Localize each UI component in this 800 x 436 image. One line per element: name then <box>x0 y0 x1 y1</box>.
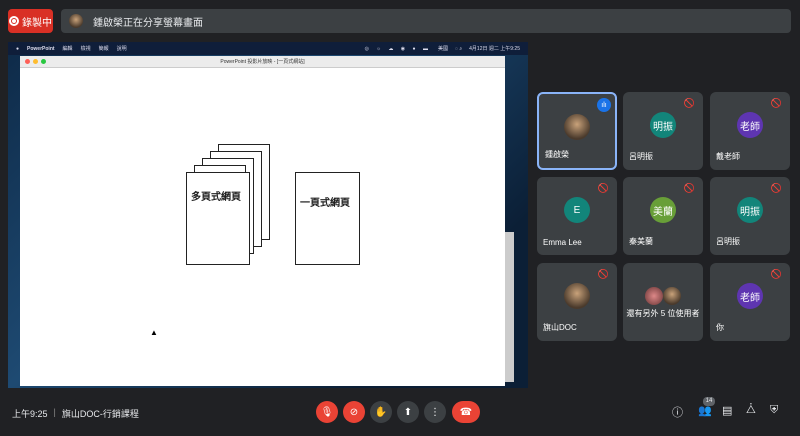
participant-tile[interactable]: 🚫 旗山DOC <box>537 263 617 341</box>
leave-call-button[interactable]: ☎ <box>452 401 480 423</box>
raise-hand-button[interactable]: ✋ <box>370 401 392 423</box>
multi-page-label: 多頁式網頁 <box>191 192 241 203</box>
status-icons: ◎ ☼ ☁ ◉ ● ▬ <box>364 45 431 52</box>
participant-name: 你 <box>716 323 724 332</box>
participant-avatar: 老師 <box>737 283 763 309</box>
participant-photo <box>564 114 590 140</box>
participant-count-badge: 14 <box>703 397 715 406</box>
banner-text: 鍾啟榮正在分享螢幕畫面 <box>93 17 203 29</box>
present-button[interactable]: ⬆ <box>397 401 419 423</box>
mic-muted-icon: 🚫 <box>597 269 609 279</box>
participant-name: 還有另外 5 位使用者 <box>626 309 700 318</box>
meeting-name: 旗山DOC-行銷課程 <box>61 409 139 419</box>
participant-tile[interactable]: 🚫 E Emma Lee <box>537 177 617 255</box>
mic-muted-icon: 🚫 <box>770 98 782 108</box>
chat-icon[interactable]: ▤ <box>722 404 732 417</box>
presenter-banner: 鍾啟榮正在分享螢幕畫面 <box>61 9 791 33</box>
info-icon[interactable]: ⓘ <box>672 404 683 420</box>
participant-name: 戴老師 <box>716 152 740 161</box>
window-title: PowerPoint 投影片放映 - [一頁式網站] <box>220 59 305 65</box>
participant-tile[interactable]: 還有另外 5 位使用者 <box>623 263 703 341</box>
participant-name: Emma Lee <box>543 238 582 247</box>
hand-icon: ✋ <box>374 406 388 418</box>
participant-avatar: 明振 <box>737 197 763 223</box>
record-icon <box>9 16 19 26</box>
mic-muted-icon: 🚫 <box>597 183 609 193</box>
input-source: 美國 <box>437 46 448 52</box>
more-options-button[interactable]: ⋮ <box>424 401 446 423</box>
activities-icon[interactable]: ⧊ <box>746 404 756 417</box>
meeting-time: 上午9:25 <box>12 409 48 419</box>
more-vert-icon: ⋮ <box>430 406 440 418</box>
participant-tile[interactable]: 🚫 老師戴老師 <box>710 92 790 170</box>
menubar-clock: 4月12日 週二 上午9:25 <box>469 46 520 52</box>
single-page-label: 一頁式網頁 <box>300 198 350 209</box>
participant-avatar: E <box>564 197 590 223</box>
window-titlebar: PowerPoint 投影片放映 - [一頁式網站] <box>20 56 505 68</box>
hang-up-icon: ☎ <box>459 406 473 418</box>
participant-tile[interactable]: ılı 鍾啟榮 <box>537 92 617 170</box>
single-page-shape <box>295 172 360 265</box>
multi-page-shape <box>186 172 250 265</box>
participant-avatar: 老師 <box>737 112 763 138</box>
menu-item: 編輯 <box>62 46 73 52</box>
wifi-icon: ◌ ⌕ <box>454 45 463 52</box>
camera-off-button[interactable]: ⊘ <box>343 401 365 423</box>
camera-off-icon: ⊘ <box>349 406 359 418</box>
mac-menubar: ● PowerPoint 編輯 檢視 簡報 說明 ◎ ☼ ☁ ◉ ● ▬ 美國 ◌ … <box>8 42 528 55</box>
mic-off-icon: 🎙 <box>320 406 334 418</box>
participant-name: 呂明振 <box>716 237 740 246</box>
control-bar: 上午9:25 | 旗山DOC-行銷課程 🎙 ⊘ ✋ ⬆ ⋮ ☎ ⓘ 👥 14 ▤ ⧊… <box>0 395 800 431</box>
menu-item: 檢視 <box>80 46 91 52</box>
speaking-icon: ılı <box>597 98 611 112</box>
others-avatars <box>643 283 683 309</box>
mic-muted-icon: 🚫 <box>683 183 695 193</box>
participant-tile[interactable]: 🚫 明振呂明振 <box>710 177 790 255</box>
participant-name: 呂明振 <box>629 152 653 161</box>
menu-item: 簡報 <box>98 46 109 52</box>
mouse-cursor: ▲ <box>150 328 158 337</box>
present-icon: ⬆ <box>403 406 413 418</box>
recording-label: 錄製中 <box>22 17 52 29</box>
background-window <box>505 232 514 382</box>
participant-name: 鍾啟榮 <box>545 150 569 159</box>
recording-indicator[interactable]: 錄製中 <box>8 9 53 33</box>
participant-avatar: 美蘭 <box>650 197 676 223</box>
participant-tile[interactable]: 🚫 明振呂明振 <box>623 92 703 170</box>
apple-icon: ● <box>16 45 20 52</box>
mic-muted-icon: 🚫 <box>683 98 695 108</box>
participant-photo <box>564 283 590 309</box>
meeting-info: 上午9:25 | 旗山DOC-行銷課程 <box>12 407 139 420</box>
participant-tile[interactable]: 🚫 美蘭秦美蘭 <box>623 177 703 255</box>
menu-item: 說明 <box>116 46 127 52</box>
separator: | <box>53 407 56 417</box>
mic-muted-icon: 🚫 <box>770 269 782 279</box>
participant-name: 旗山DOC <box>543 323 577 332</box>
presenter-avatar <box>69 14 83 28</box>
shared-screen: ● PowerPoint 編輯 檢視 簡報 說明 ◎ ☼ ☁ ◉ ● ▬ 美國 ◌ … <box>8 42 528 388</box>
participant-avatar: 明振 <box>650 112 676 138</box>
menu-item: PowerPoint <box>27 45 55 52</box>
participant-name: 秦美蘭 <box>629 237 653 246</box>
participant-tile[interactable]: 🚫 老師你 <box>710 263 790 341</box>
host-controls-icon[interactable]: ⛨ <box>770 404 778 417</box>
powerpoint-window: PowerPoint 投影片放映 - [一頁式網站] 多頁式網頁 一頁式網頁 ▲ <box>20 56 505 386</box>
mic-muted-icon: 🚫 <box>770 183 782 193</box>
mic-off-button[interactable]: 🎙 <box>316 401 338 423</box>
